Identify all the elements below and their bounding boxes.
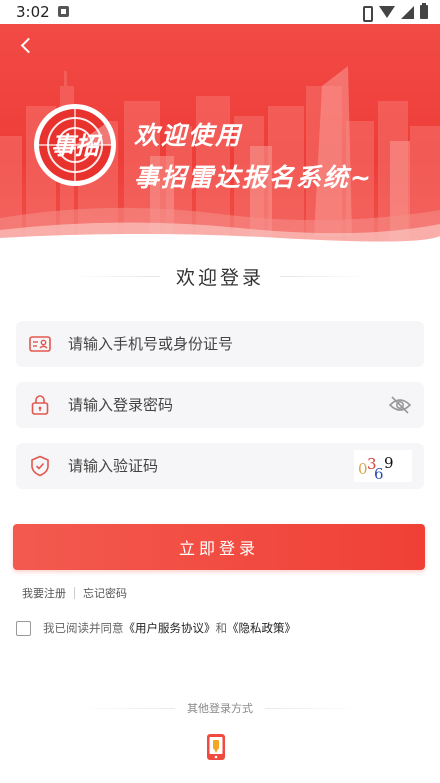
link-separator <box>74 587 75 599</box>
banner-title-line1: 欢迎使用 <box>134 121 243 150</box>
forgot-password-link[interactable]: 忘记密码 <box>83 585 127 601</box>
divider-line <box>70 275 160 277</box>
status-bar: 3:02 <box>0 0 440 24</box>
divider-line <box>280 275 371 277</box>
password-input[interactable] <box>68 382 368 428</box>
status-indicators <box>359 3 428 22</box>
notification-icon <box>58 6 69 17</box>
shield-check-icon <box>31 455 49 477</box>
id-card-icon <box>29 336 51 352</box>
register-link[interactable]: 我要注册 <box>22 585 66 601</box>
vibrate-icon <box>359 5 373 22</box>
account-field <box>16 321 424 367</box>
service-agreement-link[interactable]: 《用户服务协议》 <box>124 620 216 636</box>
phone-icon[interactable] <box>205 733 227 761</box>
account-links: 我要注册 忘记密码 <box>22 585 127 601</box>
signal-icon <box>401 5 414 19</box>
radar-logo: 事招 <box>34 104 116 186</box>
agreement-checkbox[interactable] <box>16 620 31 636</box>
privacy-policy-link[interactable]: 《隐私政策》 <box>227 620 296 636</box>
page-title: 欢迎登录 <box>176 266 265 289</box>
agreement-row: 我已阅读并同意 《用户服务协议》 和 《隐私政策》 <box>16 620 296 636</box>
back-button[interactable] <box>16 34 40 58</box>
login-button[interactable]: 立即登录 <box>13 524 425 570</box>
wifi-icon <box>379 6 395 18</box>
logo-text: 事招 <box>51 132 103 160</box>
captcha-char: 6 <box>374 465 384 483</box>
header-banner: 事招 欢迎使用 事招雷达报名系统~ <box>0 24 440 246</box>
other-login-heading: 其他登录方式 <box>80 699 360 717</box>
captcha-image[interactable]: 0 3 6 9 <box>354 450 412 483</box>
password-field <box>16 382 424 428</box>
captcha-field: 0 3 6 9 <box>16 443 424 489</box>
agreement-and: 和 <box>215 621 228 635</box>
status-time: 3:02 <box>16 3 50 21</box>
divider-line <box>265 707 360 709</box>
eye-off-icon[interactable] <box>388 394 412 416</box>
welcome-heading-row: 欢迎登录 <box>70 262 371 290</box>
lock-icon <box>31 395 49 415</box>
divider-line <box>80 707 175 709</box>
captcha-input[interactable] <box>68 443 368 489</box>
banner-wave <box>0 207 440 246</box>
banner-title-line2: 事招雷达报名系统~ <box>134 163 373 192</box>
other-login-title: 其他登录方式 <box>187 702 253 715</box>
battery-icon <box>420 3 428 19</box>
account-input[interactable] <box>68 321 368 367</box>
captcha-char: 9 <box>384 454 394 472</box>
agreement-prefix: 我已阅读并同意 <box>43 621 124 635</box>
